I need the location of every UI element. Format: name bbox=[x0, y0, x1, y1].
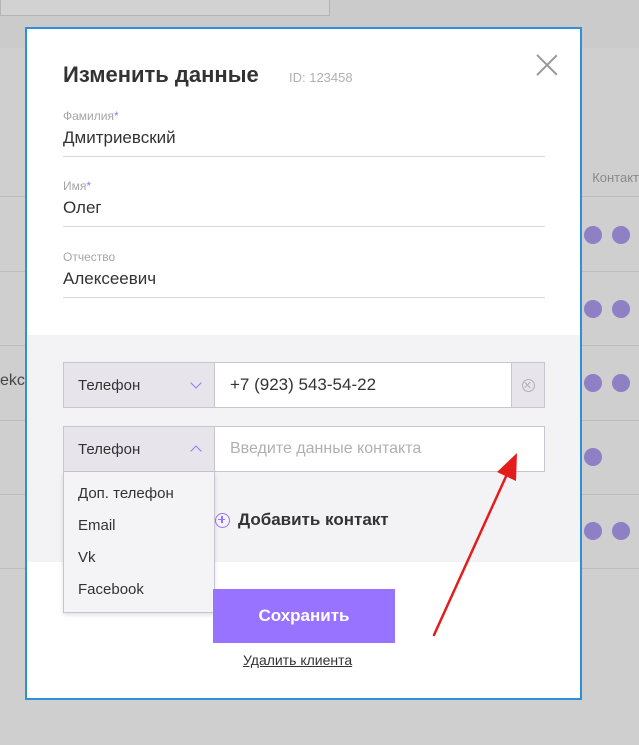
required-mark: * bbox=[113, 109, 119, 123]
patronymic-label: Отчество bbox=[63, 250, 116, 264]
background-search-box bbox=[0, 0, 330, 16]
close-circle-icon bbox=[521, 378, 535, 392]
chevron-down-icon bbox=[190, 377, 202, 389]
required-mark: * bbox=[86, 179, 92, 193]
edit-client-modal: Изменить данные ID: 123458 Фамилия* Дмит… bbox=[25, 27, 582, 700]
contact-type-select-open[interactable]: Телефон bbox=[64, 427, 215, 471]
patronymic-input[interactable]: Алексеевич bbox=[63, 269, 545, 289]
dropdown-option-facebook[interactable]: Facebook bbox=[64, 574, 214, 606]
mail-icon bbox=[612, 522, 630, 540]
contact-row: Телефон +7 (923) 543-54-22 bbox=[63, 362, 545, 408]
contact-type-dropdown: Доп. телефон Email Vk Facebook bbox=[63, 472, 215, 613]
close-icon[interactable] bbox=[535, 53, 559, 77]
delete-contact-button[interactable] bbox=[511, 363, 544, 407]
dropdown-option-vk[interactable]: Vk bbox=[64, 542, 214, 574]
mail-icon bbox=[612, 300, 630, 318]
contact-value-input[interactable]: Введите данные контакта bbox=[215, 427, 544, 471]
mail-icon bbox=[612, 226, 630, 244]
surname-input[interactable]: Дмитриевский bbox=[63, 128, 545, 148]
mail-icon bbox=[612, 374, 630, 392]
modal-title: Изменить данные bbox=[63, 62, 259, 87]
contact-type-select[interactable]: Телефон bbox=[64, 363, 215, 407]
name-input[interactable]: Олег bbox=[63, 198, 545, 218]
dropdown-option-extra-phone[interactable]: Доп. телефон bbox=[64, 478, 214, 510]
surname-field[interactable]: Фамилия* Дмитриевский bbox=[63, 109, 545, 157]
contact-type-label: Телефон bbox=[78, 440, 141, 458]
name-label: Имя* bbox=[63, 179, 92, 193]
save-button[interactable]: Сохранить bbox=[213, 589, 395, 643]
phone-icon bbox=[584, 374, 602, 392]
contact-row: Телефон Введите данные контакта bbox=[63, 426, 545, 472]
add-contact-button[interactable]: Добавить контакт bbox=[215, 510, 389, 530]
plus-circle-icon bbox=[215, 512, 230, 528]
phone-icon bbox=[584, 300, 602, 318]
add-contact-label: Добавить контакт bbox=[238, 510, 389, 529]
delete-client-link[interactable]: Удалить клиента bbox=[243, 652, 352, 668]
name-field[interactable]: Имя* Олег bbox=[63, 179, 545, 227]
dropdown-option-email[interactable]: Email bbox=[64, 510, 214, 542]
phone-icon bbox=[584, 226, 602, 244]
client-id: ID: 123458 bbox=[289, 70, 353, 85]
chevron-up-icon bbox=[190, 445, 202, 457]
background-contacts-header: Контакт bbox=[592, 170, 639, 185]
surname-label: Фамилия* bbox=[63, 109, 119, 123]
contact-value-input[interactable]: +7 (923) 543-54-22 bbox=[215, 363, 511, 407]
patronymic-field[interactable]: Отчество Алексеевич bbox=[63, 250, 545, 298]
phone-icon bbox=[584, 522, 602, 540]
contact-type-label: Телефон bbox=[78, 376, 141, 394]
phone-icon bbox=[584, 448, 602, 466]
